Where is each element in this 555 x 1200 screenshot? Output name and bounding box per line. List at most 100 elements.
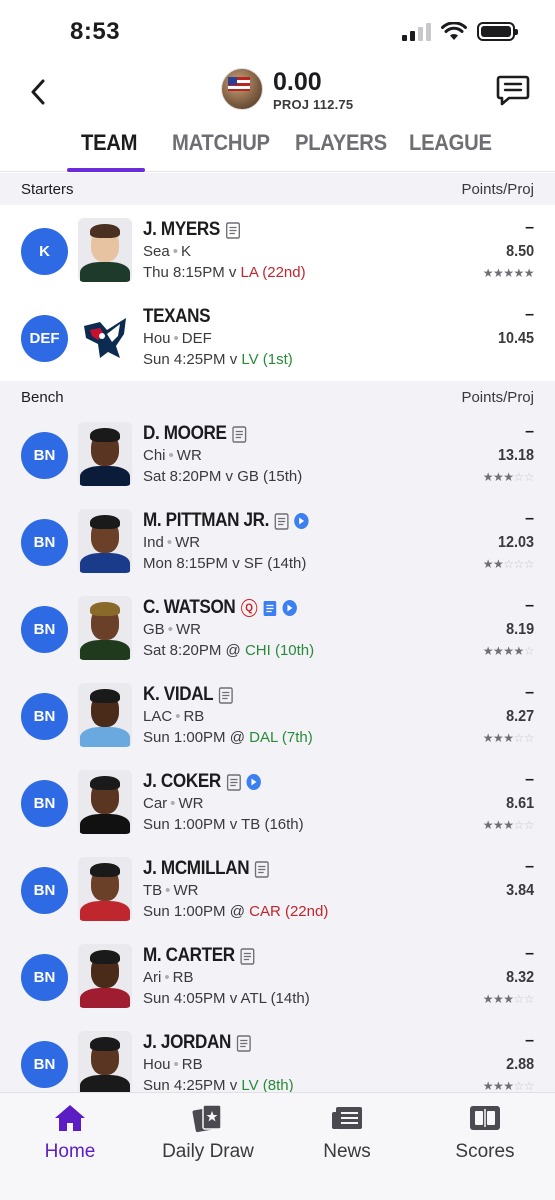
player-row[interactable]: BN K. VIDAL LAC • RB Sun 1:00PM @ DAL (7th… xyxy=(0,672,555,758)
position-badge[interactable]: BN xyxy=(21,1041,68,1088)
note-icon[interactable] xyxy=(236,1034,251,1052)
player-row[interactable]: BN C. WATSON Q GB • WR Sat 8:20PM @ CHI (1… xyxy=(0,585,555,671)
texans-logo-icon xyxy=(84,318,126,358)
player-name-line: TEXANS xyxy=(143,306,211,328)
player-row[interactable]: DEF TEXANS Hou • DEF Sun 4:25PM v LV (1st)… xyxy=(0,294,555,380)
video-play-icon[interactable] xyxy=(282,600,297,616)
player-name[interactable]: J. MCMILLAN xyxy=(143,858,250,880)
player-game: Thu 8:15PM v LA (22nd) xyxy=(143,264,306,281)
player-headshot xyxy=(78,944,132,1008)
note-icon[interactable] xyxy=(232,425,247,443)
chat-button[interactable] xyxy=(495,72,531,108)
player-name[interactable]: M. PITTMAN JR. xyxy=(143,510,269,532)
player-row[interactable]: BN M. PITTMAN JR. Ind • WR Mon 8:15PM v SF… xyxy=(0,498,555,584)
video-play-icon[interactable] xyxy=(294,513,309,529)
position-badge[interactable]: BN xyxy=(21,780,68,827)
back-button[interactable] xyxy=(22,72,54,112)
player-name[interactable]: TEXANS xyxy=(143,306,211,328)
player-name-line: J. MYERS xyxy=(143,219,240,241)
tab-league[interactable]: LEAGUE xyxy=(409,130,492,156)
bench-list: BN D. MOORE Chi • WR Sat 8:20PM v GB (15th… xyxy=(0,411,555,1095)
player-name[interactable]: J. COKER xyxy=(143,771,221,793)
team-projection: PROJ 112.75 xyxy=(273,97,354,112)
nav-news[interactable]: News xyxy=(277,1103,417,1163)
nav-scores[interactable]: Scores xyxy=(415,1103,555,1163)
note-icon[interactable] xyxy=(262,600,276,617)
player-projection: 10.45 xyxy=(497,330,534,347)
player-points: – xyxy=(525,858,534,875)
player-points: – xyxy=(525,423,534,440)
video-play-icon[interactable] xyxy=(246,774,261,790)
signal-icon xyxy=(402,22,431,41)
player-name[interactable]: J. MYERS xyxy=(143,219,220,241)
player-rating-stars: ★★★☆☆ xyxy=(482,992,535,1006)
note-icon[interactable] xyxy=(226,773,241,791)
player-name-line: J. COKER xyxy=(143,771,261,793)
tab-active-indicator xyxy=(67,168,145,172)
nav-daily-draw[interactable]: Daily Draw xyxy=(138,1103,278,1163)
player-row[interactable]: BN J. MCMILLAN TB • WR Sun 1:00PM @ CAR (2… xyxy=(0,846,555,932)
tab-team[interactable]: TEAM xyxy=(81,130,138,156)
position-badge[interactable]: BN xyxy=(21,693,68,740)
player-name[interactable]: J. JORDAN xyxy=(143,1032,231,1054)
questionable-badge[interactable]: Q xyxy=(240,599,257,617)
player-headshot xyxy=(78,218,132,282)
player-team-pos: Ind • WR xyxy=(143,534,201,551)
nav-label: Scores xyxy=(455,1141,515,1162)
position-badge[interactable]: BN xyxy=(21,867,68,914)
player-name-line: M. PITTMAN JR. xyxy=(143,510,309,532)
note-icon[interactable] xyxy=(218,686,233,704)
player-row[interactable]: BN J. COKER Car • WR Sun 1:00PM v TB (16th… xyxy=(0,759,555,845)
player-team-pos: Hou • RB xyxy=(143,1056,203,1073)
player-game: Sat 8:20PM v GB (15th) xyxy=(143,468,303,485)
note-icon[interactable] xyxy=(225,221,240,239)
player-projection: 8.32 xyxy=(505,969,534,986)
player-projection: 2.88 xyxy=(505,1056,534,1073)
player-points: – xyxy=(525,306,534,323)
player-headshot xyxy=(78,683,132,747)
section-title: Bench xyxy=(21,388,64,406)
nav-label: Home xyxy=(44,1141,96,1162)
player-projection: 8.19 xyxy=(505,621,534,638)
position-badge[interactable]: BN xyxy=(21,432,68,479)
bottom-nav: Home Daily Draw News Scores xyxy=(0,1092,555,1200)
player-row[interactable]: BN D. MOORE Chi • WR Sat 8:20PM v GB (15th… xyxy=(0,411,555,497)
position-badge[interactable]: DEF xyxy=(21,315,68,362)
player-name-line: K. VIDAL xyxy=(143,684,233,706)
player-game: Sun 1:00PM @ DAL (7th) xyxy=(143,729,313,746)
tab-players[interactable]: PLAYERS xyxy=(295,130,387,156)
player-rating-stars: ★★★★☆ xyxy=(482,644,535,658)
player-projection: 3.84 xyxy=(505,882,534,899)
player-name[interactable]: M. CARTER xyxy=(143,945,235,967)
player-name[interactable]: C. WATSON xyxy=(143,597,236,619)
player-team-pos: Sea • K xyxy=(143,243,191,260)
note-icon[interactable] xyxy=(274,512,289,530)
player-projection: 8.50 xyxy=(505,243,534,260)
position-badge[interactable]: BN xyxy=(21,519,68,566)
player-rating-stars: ★★★☆☆ xyxy=(482,470,535,484)
player-points: – xyxy=(525,684,534,701)
player-headshot xyxy=(78,422,132,486)
player-rating-stars: ★★★★★ xyxy=(482,266,535,280)
note-icon[interactable] xyxy=(254,860,269,878)
position-badge[interactable]: K xyxy=(21,228,68,275)
player-team-pos: TB • WR xyxy=(143,882,199,899)
position-badge[interactable]: BN xyxy=(21,954,68,1001)
tab-matchup[interactable]: MATCHUP xyxy=(172,130,270,156)
player-points: – xyxy=(525,219,534,236)
home-icon xyxy=(55,1105,85,1131)
player-rating-stars: ★★★☆☆ xyxy=(482,1079,535,1093)
chat-icon xyxy=(496,75,530,106)
team-avatar[interactable] xyxy=(221,68,263,110)
player-name[interactable]: D. MOORE xyxy=(143,423,227,445)
player-row[interactable]: BN M. CARTER Ari • RB Sun 4:05PM v ATL (14… xyxy=(0,933,555,1019)
position-badge[interactable]: BN xyxy=(21,606,68,653)
player-row[interactable]: K J. MYERS Sea • K Thu 8:15PM v LA (22nd) … xyxy=(0,207,555,293)
player-headshot xyxy=(78,770,132,834)
nav-home[interactable]: Home xyxy=(0,1103,140,1163)
section-points-proj: Points/Proj xyxy=(461,180,534,198)
player-name[interactable]: K. VIDAL xyxy=(143,684,214,706)
player-name-line: C. WATSON Q xyxy=(143,597,297,619)
player-projection: 12.03 xyxy=(497,534,534,551)
note-icon[interactable] xyxy=(240,947,255,965)
